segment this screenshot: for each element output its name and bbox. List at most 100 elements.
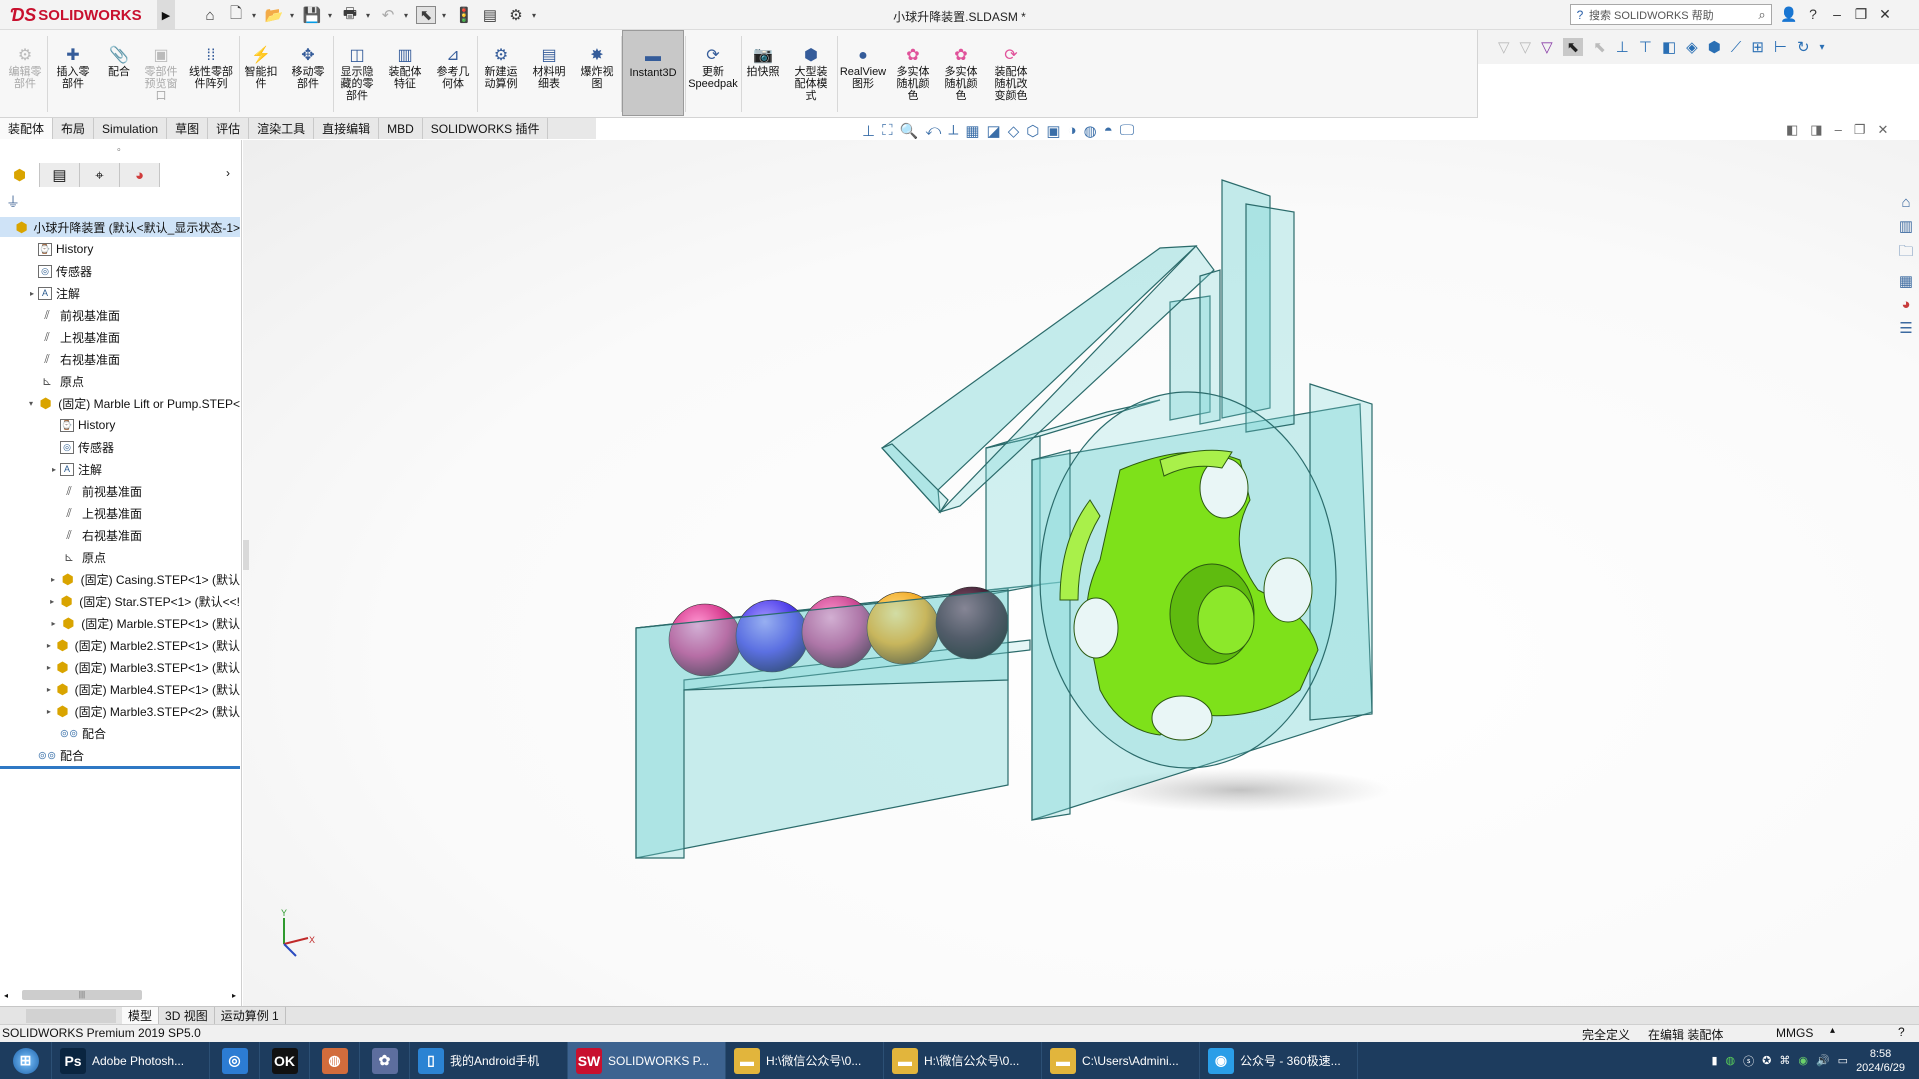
tile-right-icon[interactable]: ◨	[1810, 122, 1822, 138]
graphics-area[interactable]: Y X	[243, 140, 1919, 1006]
tile-left-icon[interactable]: ◧	[1786, 122, 1798, 138]
tree-node[interactable]: ▸ ⬢ (固定) Casing.STEP<1> (默认	[0, 569, 240, 589]
expand-toggle-icon[interactable]: ▸	[47, 575, 59, 584]
tree-node[interactable]: ▸ ⬢ (固定) Marble3.STEP<2> (默认	[0, 701, 240, 721]
ribbon-large-assembly-button[interactable]: ⬢ 大型装 配体模 式	[786, 30, 836, 116]
dynamic-annotation-icon[interactable]: ▦	[965, 122, 979, 140]
menu-expand-arrow[interactable]: ▶	[157, 0, 175, 30]
search-icon[interactable]: ⌕	[1753, 7, 1771, 23]
traffic-light-icon[interactable]: 🚦	[454, 6, 474, 24]
expand-toggle-icon[interactable]: ▸	[43, 707, 54, 716]
chevron-down-icon[interactable]: ▾	[252, 11, 258, 20]
scroll-right-icon[interactable]: ▸	[232, 991, 236, 1000]
taskbar-button[interactable]: Ps Adobe Photosh...	[52, 1042, 210, 1079]
model-tab[interactable]: 模型	[122, 1006, 160, 1025]
panel-grip-icon[interactable]: ∘	[116, 144, 122, 155]
tree-node[interactable]: ⫽ 上视基准面	[0, 503, 240, 523]
tree-node[interactable]: ⫽ 上视基准面	[0, 327, 240, 347]
tree-node[interactable]: ▸ A 注解	[0, 283, 240, 303]
tree-node[interactable]: ⫽ 右视基准面	[0, 525, 240, 545]
monitor-icon[interactable]: 🖵	[1120, 122, 1134, 140]
help-menu-icon[interactable]: ?	[1802, 4, 1824, 24]
expand-toggle-icon[interactable]: ▸	[26, 289, 38, 298]
ribbon-insert-component-button[interactable]: ✚ 插入零 部件	[48, 30, 98, 116]
ribbon-reference-geometry-button[interactable]: ⊿ 参考几 何体	[430, 30, 476, 116]
tree-node[interactable]: ⊚⊚ 配合	[0, 723, 240, 743]
tree-node[interactable]: ⌚ History	[0, 239, 240, 259]
solidworks-logo[interactable]: ƊS SOLIDWORKS	[10, 5, 142, 25]
chevron-down-icon[interactable]: ▾	[404, 11, 410, 20]
tab-command-2[interactable]: Simulation	[94, 118, 168, 139]
tree-node[interactable]: ⬢ 小球升降装置 (默认<默认_显示状态-1>	[0, 217, 240, 237]
ribbon-assembly-feature-button[interactable]: ▥ 装配体 特征	[382, 30, 428, 116]
filter-icon[interactable]: ▽	[1520, 38, 1532, 56]
tree-node[interactable]: ⌚ History	[0, 415, 240, 435]
taskbar-button[interactable]: ▬ H:\微信公众号\0...	[726, 1042, 884, 1079]
minimize-icon[interactable]: –	[1835, 122, 1842, 138]
taskbar-button[interactable]: ▬ C:\Users\Admini...	[1042, 1042, 1200, 1079]
tray-app-icon[interactable]: ⌘	[1779, 1054, 1790, 1067]
filter-toolbar-icon[interactable]: ▽	[1541, 38, 1553, 56]
ribbon-component-preview-button[interactable]: ▣ 零部件 预览窗 口	[140, 30, 182, 116]
expand-toggle-icon[interactable]: ▸	[43, 663, 54, 672]
start-button[interactable]: ⊞	[0, 1042, 52, 1079]
ribbon-random-color-button[interactable]: ✿ 多实体 随机颜 色	[890, 30, 936, 116]
taskbar-button[interactable]: ◎	[210, 1042, 260, 1079]
expand-toggle-icon[interactable]: ▾	[25, 399, 37, 408]
ribbon-linear-pattern-button[interactable]: ⁞⁞ 线性零部 件阵列	[184, 30, 238, 116]
hide-show-icon[interactable]: ◇	[1008, 122, 1020, 140]
filter-icon[interactable]: ▽	[1498, 38, 1510, 56]
ribbon-snapshot-button[interactable]: 📷 拍快照	[742, 30, 784, 116]
smart-dimension-icon[interactable]: ⊢	[1774, 38, 1787, 56]
user-icon[interactable]: 👤	[1778, 4, 1800, 24]
marble-lift-model[interactable]: Y X	[243, 140, 1919, 1006]
undo-icon[interactable]: ↶	[378, 6, 398, 24]
reference-icon[interactable]: ⊥	[1616, 38, 1629, 56]
render-icon[interactable]: ◓	[1104, 122, 1113, 140]
plane-icon[interactable]: ◧	[1662, 38, 1676, 56]
tab-command-4[interactable]: 评估	[208, 118, 250, 139]
expand-toggle-icon[interactable]: ▸	[48, 465, 60, 474]
ribbon-show-hidden-button[interactable]: ◫ 显示隐 藏的零 部件	[334, 30, 380, 116]
wechat-icon[interactable]: ◍	[1726, 1054, 1736, 1067]
expand-toggle-icon[interactable]: ▸	[43, 685, 54, 694]
close-icon[interactable]: ✕	[1877, 122, 1888, 138]
help-search-input[interactable]: ? 搜索 SOLIDWORKS 帮助 ⌕	[1570, 4, 1772, 25]
chevron-down-icon[interactable]: ▾	[1820, 42, 1825, 53]
chevron-up-icon[interactable]: ▴	[1830, 1025, 1835, 1036]
rotate-icon[interactable]: ↻	[1797, 38, 1810, 56]
taskbar-button[interactable]: SW SOLIDWORKS P...	[568, 1042, 726, 1079]
scroll-left-icon[interactable]: ◂	[4, 991, 8, 1000]
feature-tree-tab[interactable]: ⬢	[0, 163, 40, 187]
tab-assembly[interactable]: 装配体	[0, 118, 54, 139]
taskbar-button[interactable]: ▬ H:\微信公众号\0...	[884, 1042, 1042, 1079]
tab-command-1[interactable]: 布局	[53, 118, 95, 139]
zoom-area-icon[interactable]: 🔍	[900, 122, 919, 140]
panel-collapse-handle[interactable]	[243, 540, 249, 570]
close-icon[interactable]: ✕	[1874, 4, 1896, 24]
ribbon-instant3d-button[interactable]: ▬ Instant3D	[622, 30, 684, 116]
tree-node[interactable]: ⊾ 原点	[0, 547, 240, 567]
tab-command-7[interactable]: MBD	[379, 118, 423, 139]
chevron-right-icon[interactable]: ›	[226, 166, 230, 180]
taskbar-button[interactable]: OK	[260, 1042, 310, 1079]
restore-icon[interactable]: ❐	[1850, 4, 1872, 24]
ribbon-bom-button[interactable]: ▤ 材料明 细表	[526, 30, 572, 116]
part-icon[interactable]: ⬢	[1708, 38, 1721, 56]
view-orient-icon[interactable]: ⊥	[862, 122, 875, 140]
taskbar-button[interactable]: ◍	[310, 1042, 360, 1079]
ribbon-assembly-color-button[interactable]: ⟳ 装配体 随机改 变颜色	[986, 30, 1036, 116]
file-properties-icon[interactable]: ▤	[480, 6, 500, 24]
ribbon-exploded-view-button[interactable]: ✸ 爆炸视 图	[574, 30, 620, 116]
taskbar-button[interactable]: ◉ 公众号 - 360极速...	[1200, 1042, 1358, 1079]
volume-icon[interactable]: 🔊	[1816, 1054, 1830, 1067]
options-gear-icon[interactable]: ⚙	[506, 6, 526, 24]
scene-icon[interactable]: ◑	[1068, 122, 1077, 140]
horizontal-scrollbar[interactable]: ◂ ||| ▸	[4, 988, 236, 1002]
expand-toggle-icon[interactable]: ▸	[46, 597, 58, 606]
tree-node[interactable]: ◎ 传感器	[0, 261, 240, 281]
unit-system[interactable]: MMGS	[1776, 1026, 1813, 1040]
tab-nav-arrows[interactable]	[26, 1008, 116, 1023]
tab-command-6[interactable]: 直接编辑	[314, 118, 380, 139]
feature-icon[interactable]: ◈	[1686, 38, 1698, 56]
